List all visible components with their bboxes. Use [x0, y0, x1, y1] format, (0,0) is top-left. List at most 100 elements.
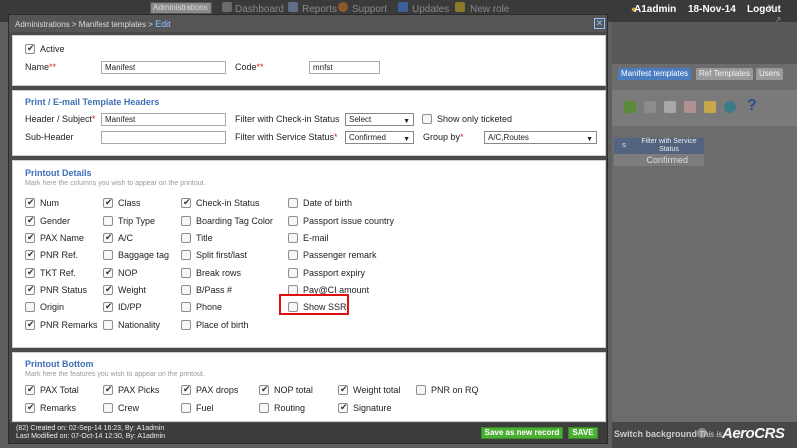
bottom-section-hint: Mark here the features you wish to appea…: [25, 371, 205, 378]
date-of-birth-checkbox[interactable]: [288, 198, 298, 208]
checkin-status-checkbox[interactable]: [181, 197, 191, 208]
origin-checkbox[interactable]: [25, 302, 35, 312]
fuel-label: Fuel: [196, 403, 214, 413]
show-ticketed-checkbox[interactable]: [422, 114, 432, 124]
fuel-checkbox[interactable]: [181, 403, 191, 413]
title-checkbox[interactable]: [181, 233, 191, 243]
num-checkbox[interactable]: [25, 197, 35, 208]
email-checkbox[interactable]: [288, 233, 298, 243]
signature-checkbox[interactable]: [338, 402, 348, 413]
active-checkbox[interactable]: [25, 43, 35, 54]
pnr-status-checkbox[interactable]: [25, 284, 35, 295]
pax-picks-checkbox[interactable]: [103, 384, 113, 395]
subheader-input[interactable]: [101, 131, 226, 144]
weight-total-checkbox[interactable]: [338, 384, 348, 395]
mail-icon[interactable]: [704, 101, 716, 113]
print-icon[interactable]: [644, 101, 656, 113]
baggage-tag-checkbox[interactable]: [103, 250, 113, 260]
passenger-remark-checkbox[interactable]: [288, 250, 298, 260]
bpass-checkbox[interactable]: [181, 285, 191, 295]
background-panel-header: [612, 22, 797, 64]
header-subject-input[interactable]: Manifest: [101, 113, 226, 126]
close-icon[interactable]: ✕: [764, 3, 778, 15]
passport-issue-country-checkbox[interactable]: [288, 216, 298, 226]
show-ssr-highlight: [279, 294, 349, 315]
pnr-ref-checkbox[interactable]: [25, 249, 35, 260]
ac-label: A/C: [118, 233, 134, 243]
trip-type-checkbox[interactable]: [103, 216, 113, 226]
tkt-ref-label: TKT Ref.: [40, 268, 76, 278]
routing-checkbox[interactable]: [259, 403, 269, 413]
nationality-checkbox[interactable]: [103, 320, 113, 330]
ac-checkbox[interactable]: [103, 232, 113, 243]
gender-checkbox[interactable]: [25, 215, 35, 226]
code-label-text: Code: [235, 62, 257, 72]
routing-label: Routing: [274, 403, 306, 413]
class-label: Class: [118, 198, 141, 208]
admin-menu-select[interactable]: Administrations: [150, 2, 212, 14]
tab-ref-templates[interactable]: Ref Templates: [696, 68, 753, 80]
save-button[interactable]: SAVE: [568, 427, 598, 439]
crew-checkbox[interactable]: [103, 403, 113, 413]
pdf-icon[interactable]: [664, 101, 676, 113]
bottom-section-title: Printout Bottom: [25, 359, 94, 369]
passport-issue-country-label: Passport issue country: [303, 216, 395, 226]
split-name-checkbox[interactable]: [181, 250, 191, 260]
nationality-label: Nationality: [118, 320, 161, 330]
remarks-checkbox[interactable]: [25, 402, 35, 413]
pnr-remarks-label: PNR Remarks: [40, 320, 98, 330]
phone-checkbox[interactable]: [181, 302, 191, 312]
nop-checkbox[interactable]: [103, 267, 113, 278]
breadcrumb-current: Edit: [155, 19, 171, 29]
checkin-filter-select[interactable]: Select ▼: [345, 113, 414, 126]
tab-users[interactable]: Users: [756, 68, 783, 80]
updates-icon: [398, 2, 408, 12]
weight-checkbox[interactable]: [103, 284, 113, 295]
checkin-filter-label: Filter with Check-in Status: [235, 114, 340, 124]
pax-total-checkbox[interactable]: [25, 384, 35, 395]
code-input[interactable]: mnfst: [309, 61, 380, 74]
num-label: Num: [40, 198, 60, 208]
place-of-birth-checkbox[interactable]: [181, 320, 191, 330]
refresh-icon[interactable]: [724, 101, 736, 113]
background-panel: [612, 22, 797, 422]
preview-icon[interactable]: [684, 101, 696, 113]
add-icon[interactable]: [624, 101, 636, 113]
nop-total-label: NOP total: [274, 385, 313, 395]
id-pp-checkbox[interactable]: [103, 301, 113, 312]
remarks-label: Remarks: [40, 403, 77, 413]
break-rows-checkbox[interactable]: [181, 268, 191, 278]
pax-drops-checkbox[interactable]: [181, 384, 191, 395]
name-label-text: Name: [25, 62, 50, 72]
groupby-value: A/C,Routes: [488, 133, 529, 142]
help-icon[interactable]: ?: [747, 97, 757, 115]
break-rows-label: Break rows: [196, 268, 242, 278]
dialog-close-icon[interactable]: ✕: [594, 18, 605, 29]
printout-bottom-section: Printout Bottom Mark here the features y…: [12, 352, 606, 422]
dropdown-arrow-icon: ▼: [403, 118, 410, 125]
service-filter-select[interactable]: Confirmed ▼: [345, 131, 414, 144]
nop-total-checkbox[interactable]: [259, 384, 269, 395]
brand-logo: AeroCRS: [722, 425, 785, 442]
pnr-ref-label: PNR Ref.: [40, 250, 79, 260]
name-input[interactable]: Manifest: [101, 61, 226, 74]
pax-name-checkbox[interactable]: [25, 232, 35, 243]
details-section-title: Printout Details: [25, 168, 92, 178]
class-checkbox[interactable]: [103, 197, 113, 208]
save-as-new-button[interactable]: Save as new record: [481, 427, 563, 439]
service-filter-value: Confirmed: [349, 133, 386, 142]
pnr-remarks-checkbox[interactable]: [25, 319, 35, 330]
tab-manifest-templates[interactable]: Manifest templates: [618, 68, 692, 80]
weight-label: Weight: [118, 285, 146, 295]
pnr-on-rq-checkbox[interactable]: [416, 385, 426, 395]
tkt-ref-checkbox[interactable]: [25, 267, 35, 278]
edit-template-dialog: Administrations > Manifest templates > E…: [8, 14, 608, 444]
show-ticketed-label: Show only ticketed: [437, 114, 513, 124]
gender-label: Gender: [40, 216, 71, 226]
passport-expiry-checkbox[interactable]: [288, 268, 298, 278]
pnr-on-rq-label: PNR on RQ: [431, 385, 479, 395]
groupby-select[interactable]: A/C,Routes ▼: [484, 131, 597, 144]
nop-label: NOP: [118, 268, 138, 278]
dialog-footer: (82) Created on: 02-Sep-14 16:23, By: A1…: [9, 423, 607, 443]
boarding-tag-color-checkbox[interactable]: [181, 216, 191, 226]
